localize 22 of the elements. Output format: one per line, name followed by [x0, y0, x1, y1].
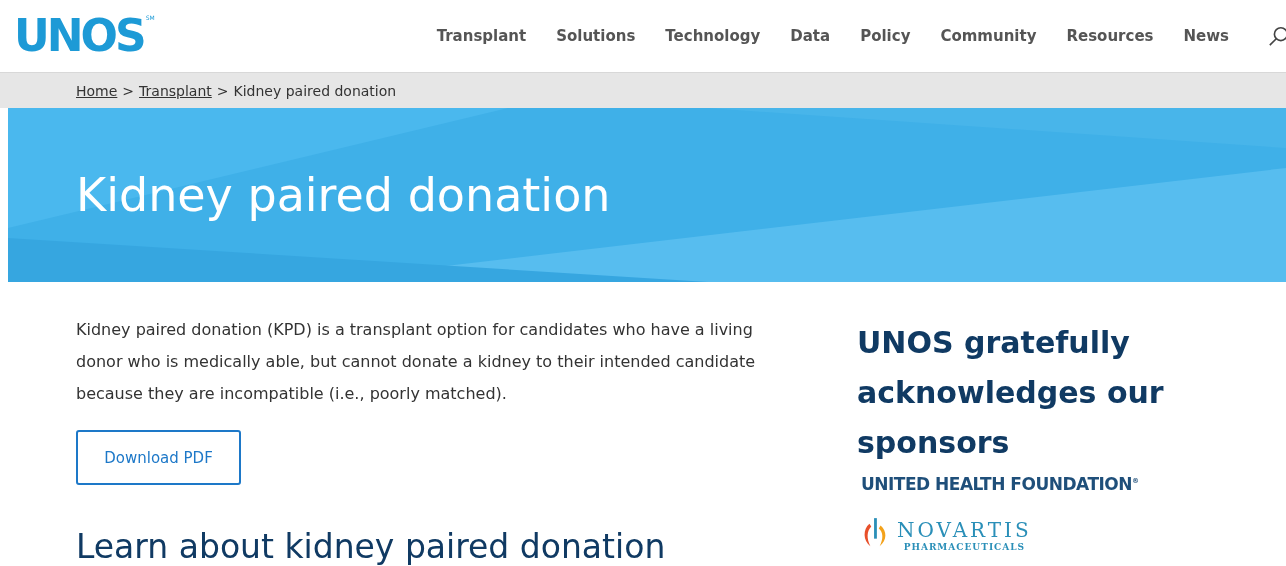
sponsors-heading: UNOS gratefully acknowledges our sponsors	[857, 324, 1165, 462]
nav-link[interactable]: Transplant	[421, 27, 542, 45]
sponsor-tagline: PHARMACEUTICALS	[903, 542, 1026, 552]
breadcrumb-link[interactable]: Home	[76, 82, 118, 99]
breadcrumb-separator: >	[122, 82, 135, 99]
intro-paragraph: Kidney paired donation (KPD) is a transplant option for candidates who have a living donor who is medically able, but cannot donate a kidney to their intended candidate because they are incompatible (i.e., poorly matched).	[76, 319, 756, 405]
breadcrumb-separator: >	[216, 82, 229, 99]
nav-link[interactable]: Solutions	[541, 27, 651, 45]
breadcrumb-link[interactable]: Transplant	[139, 82, 212, 99]
nav-link[interactable]: Community	[925, 27, 1052, 45]
nav-link[interactable]: Resources	[1051, 27, 1169, 45]
breadcrumb-current: Kidney paired donation	[233, 82, 397, 99]
nav-link[interactable]: Technology	[650, 27, 776, 45]
download-pdf-button[interactable]: Download PDF	[76, 430, 241, 485]
sponsor-logo[interactable]: UNITED HEALTH FOUNDATION$^{®}$	[861, 474, 1139, 494]
search-icon[interactable]	[1268, 25, 1286, 47]
nav-link[interactable]: Data	[775, 27, 846, 45]
section-heading: Learn about kidney paired donation	[76, 527, 667, 566]
nav-link[interactable]: News	[1168, 27, 1244, 45]
page-title: Kidney paired donation	[76, 168, 611, 222]
sponsor-logo[interactable]: NOVARTIS	[897, 518, 1032, 542]
nav-link[interactable]: Policy	[845, 27, 926, 45]
